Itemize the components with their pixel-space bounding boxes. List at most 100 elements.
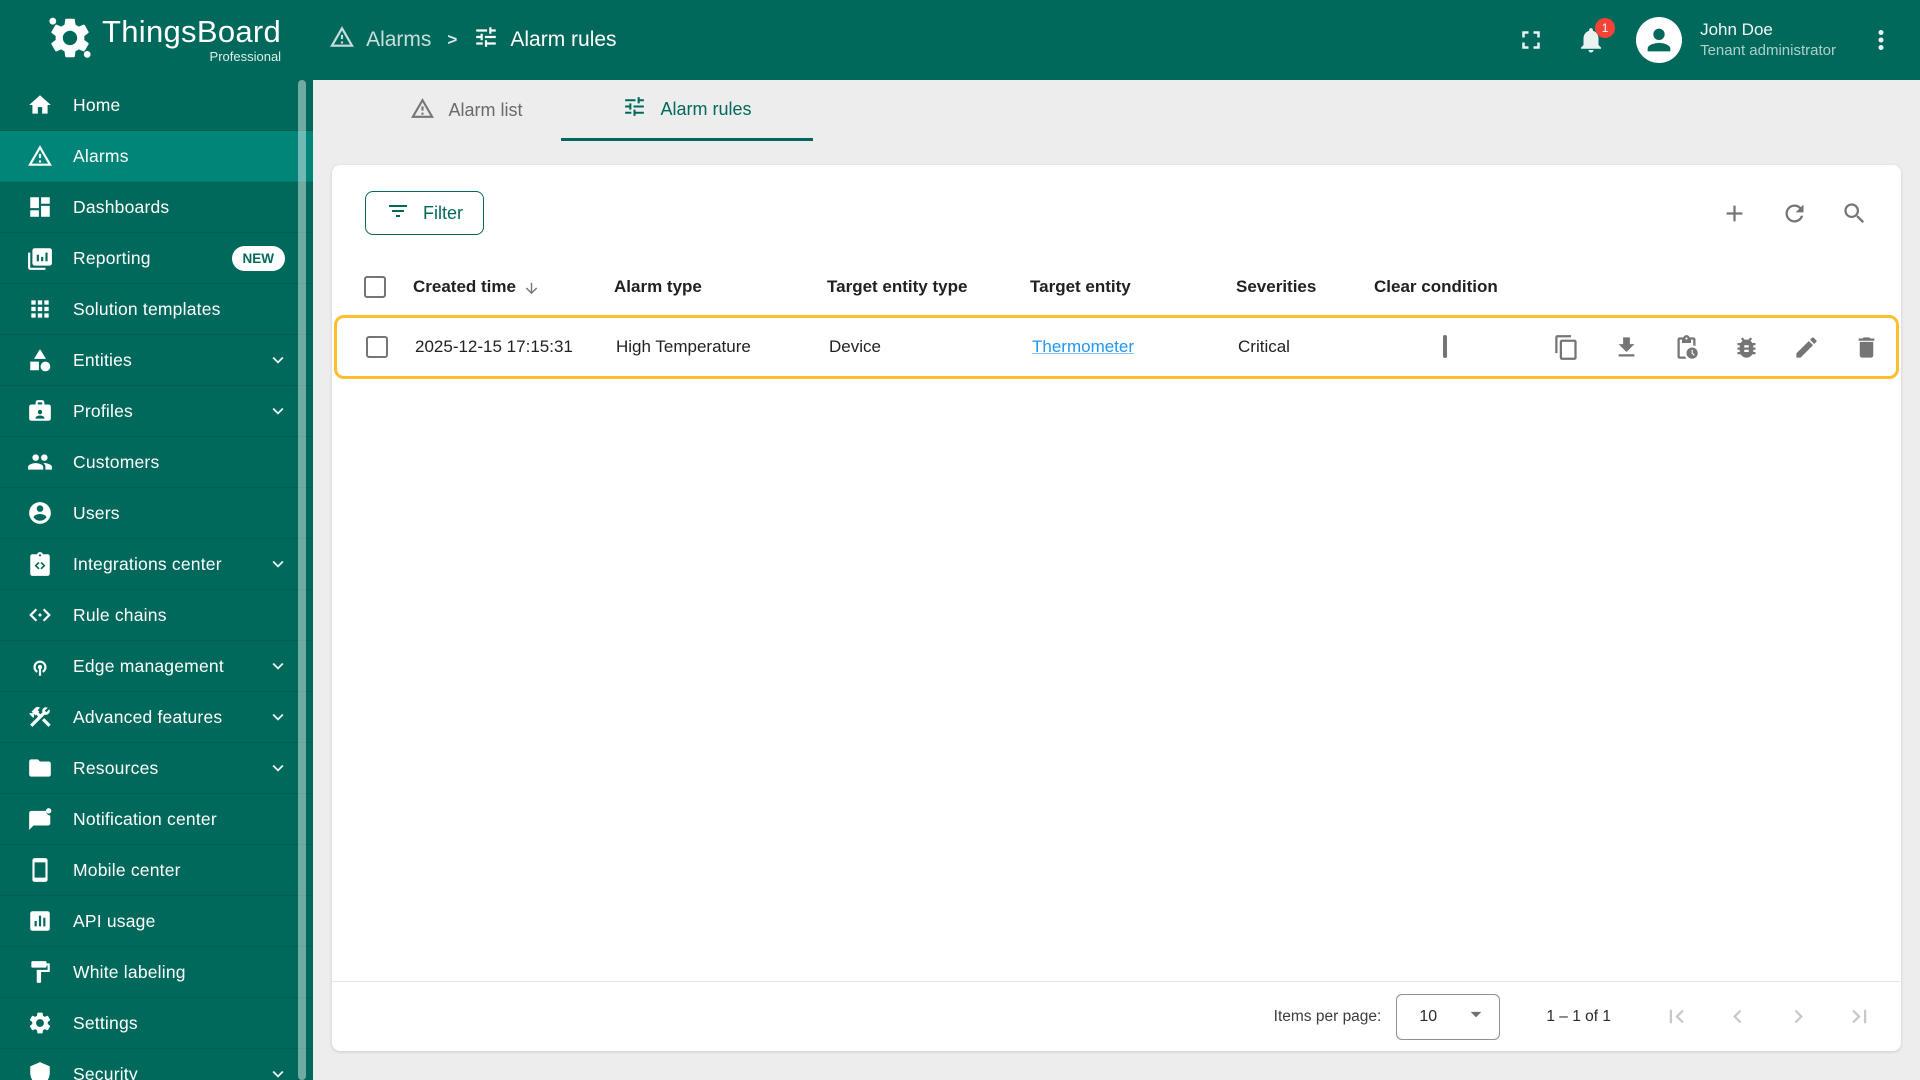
report-chart-icon	[27, 245, 53, 271]
warning-icon	[27, 143, 53, 169]
dashboard-icon	[27, 194, 53, 220]
shield-icon	[27, 1061, 53, 1080]
sort-arrow-down-icon	[523, 277, 540, 297]
fullscreen-icon[interactable]	[1516, 25, 1546, 55]
tab-alarm-rules[interactable]: Alarm rules	[561, 80, 813, 141]
first-page-icon[interactable]	[1663, 1003, 1690, 1030]
sidebar-item-rule-chains[interactable]: Rule chains	[0, 590, 313, 641]
tune-icon	[622, 94, 647, 124]
notifications-bell-icon[interactable]: 1	[1576, 18, 1616, 55]
app-logo-text: ThingsBoard Professional	[102, 16, 281, 64]
breadcrumb: Alarms > Alarm rules	[329, 24, 617, 56]
breadcrumb-alarms[interactable]: Alarms	[329, 24, 431, 56]
sidebar-item-white-labeling[interactable]: White labeling	[0, 947, 313, 998]
sidebar-scrollbar[interactable]	[298, 80, 306, 1080]
apps-grid-icon	[27, 296, 53, 322]
target-entity-link[interactable]: Thermometer	[1032, 337, 1134, 356]
sidebar-item-settings[interactable]: Settings	[0, 998, 313, 1049]
badge-icon	[27, 398, 53, 424]
page-range-label: 1 – 1 of 1	[1546, 1007, 1611, 1025]
sidebar-item-notification-center[interactable]: Notification center	[0, 794, 313, 845]
sidebar-item-api-usage[interactable]: API usage	[0, 896, 313, 947]
integration-icon	[27, 551, 53, 577]
tab-alarm-list[interactable]: Alarm list	[372, 80, 561, 141]
app-name: ThingsBoard	[102, 14, 282, 50]
select-all-checkbox[interactable]	[364, 276, 386, 298]
next-page-icon[interactable]	[1785, 1003, 1812, 1030]
refresh-icon[interactable]	[1781, 200, 1808, 227]
sidebar-item-reporting[interactable]: Reporting NEW	[0, 233, 313, 284]
sidebar-item-profiles[interactable]: Profiles	[0, 386, 313, 437]
column-header-severities[interactable]: Severities	[1236, 277, 1374, 297]
bug-icon[interactable]	[1733, 334, 1760, 361]
sidebar-item-home[interactable]: Home	[0, 80, 313, 131]
search-icon[interactable]	[1841, 200, 1868, 227]
cell-created-time: 2025-12-15 17:15:31	[415, 337, 573, 356]
sidebar-item-dashboards[interactable]: Dashboards	[0, 182, 313, 233]
sidebar-item-alarms[interactable]: Alarms	[0, 131, 313, 182]
sidebar: Home Alarms Dashboards Reporting NEW Sol…	[0, 80, 313, 1080]
topbar-right-cluster: 1 John Doe Tenant administrator	[1516, 17, 1896, 63]
items-per-page-select[interactable]: 10	[1396, 993, 1501, 1040]
folder-icon	[27, 755, 53, 781]
bar-chart-box-icon	[27, 908, 53, 934]
column-header-target-entity-type[interactable]: Target entity type	[827, 277, 1030, 297]
pager-nav	[1663, 1003, 1873, 1030]
sidebar-item-users[interactable]: Users	[0, 488, 313, 539]
user-avatar[interactable]	[1636, 17, 1683, 63]
column-header-created-time[interactable]: Created time	[413, 277, 614, 297]
column-header-target-entity[interactable]: Target entity	[1030, 277, 1236, 297]
people-icon	[27, 449, 53, 475]
cell-severities: Critical	[1238, 337, 1290, 356]
column-header-clear-condition[interactable]: Clear condition	[1374, 277, 1528, 297]
table-empty-area	[332, 379, 1901, 981]
card-toolbar: Filter	[332, 165, 1901, 261]
thingsboard-app: ThingsBoard Professional Alarms > Alarm …	[0, 0, 1920, 1080]
table-row[interactable]: 2025-12-15 17:15:31 High Temperature Dev…	[334, 315, 1899, 379]
clear-condition-checkbox[interactable]	[1443, 335, 1447, 358]
sidebar-item-entities[interactable]: Entities	[0, 335, 313, 386]
notification-count-badge: 1	[1595, 18, 1616, 38]
app-logo[interactable]: ThingsBoard Professional	[46, 14, 281, 67]
cell-target-entity-type: Device	[829, 337, 881, 356]
sidebar-item-resources[interactable]: Resources	[0, 743, 313, 794]
gear-icon	[27, 1010, 53, 1036]
column-header-alarm-type[interactable]: Alarm type	[614, 277, 827, 297]
delete-trash-icon[interactable]	[1853, 334, 1880, 361]
filter-list-icon	[386, 199, 410, 228]
chevron-down-icon	[267, 553, 289, 575]
sidebar-item-integrations-center[interactable]: Integrations center	[0, 539, 313, 590]
top-bar: ThingsBoard Professional Alarms > Alarm …	[0, 0, 1920, 80]
chevron-down-icon	[267, 349, 289, 371]
copy-icon[interactable]	[1553, 334, 1580, 361]
chevron-down-icon	[267, 1063, 289, 1080]
chevron-down-icon	[267, 400, 289, 422]
tune-icon	[473, 24, 499, 56]
row-actions	[1530, 334, 1880, 361]
app-edition: Professional	[209, 48, 282, 64]
last-page-icon[interactable]	[1846, 1003, 1873, 1030]
row-checkbox[interactable]	[366, 336, 388, 358]
sidebar-item-customers[interactable]: Customers	[0, 437, 313, 488]
account-circle-icon	[27, 500, 53, 526]
cell-target-entity: Thermometer	[1032, 337, 1238, 357]
antenna-icon	[27, 653, 53, 679]
sidebar-item-edge-management[interactable]: Edge management	[0, 641, 313, 692]
pending-actions-icon[interactable]	[1673, 334, 1700, 361]
sidebar-item-security[interactable]: Security	[0, 1049, 313, 1080]
edit-pencil-icon[interactable]	[1793, 334, 1820, 361]
more-vert-icon[interactable]	[1866, 25, 1896, 55]
add-icon[interactable]	[1721, 200, 1748, 227]
sidebar-item-mobile-center[interactable]: Mobile center	[0, 845, 313, 896]
alarm-rules-card: Filter Created time Alarm type Target en…	[332, 165, 1901, 1051]
chevron-down-icon	[267, 706, 289, 728]
breadcrumb-alarm-rules[interactable]: Alarm rules	[473, 24, 617, 56]
chat-unread-icon	[27, 806, 53, 832]
download-icon[interactable]	[1613, 334, 1640, 361]
main-content: Alarm list Alarm rules Filter Created ti…	[313, 80, 1920, 1080]
tab-bar: Alarm list Alarm rules	[313, 80, 1920, 141]
sidebar-item-advanced-features[interactable]: Advanced features	[0, 692, 313, 743]
filter-button[interactable]: Filter	[365, 191, 484, 235]
sidebar-item-solution-templates[interactable]: Solution templates	[0, 284, 313, 335]
previous-page-icon[interactable]	[1724, 1003, 1751, 1030]
